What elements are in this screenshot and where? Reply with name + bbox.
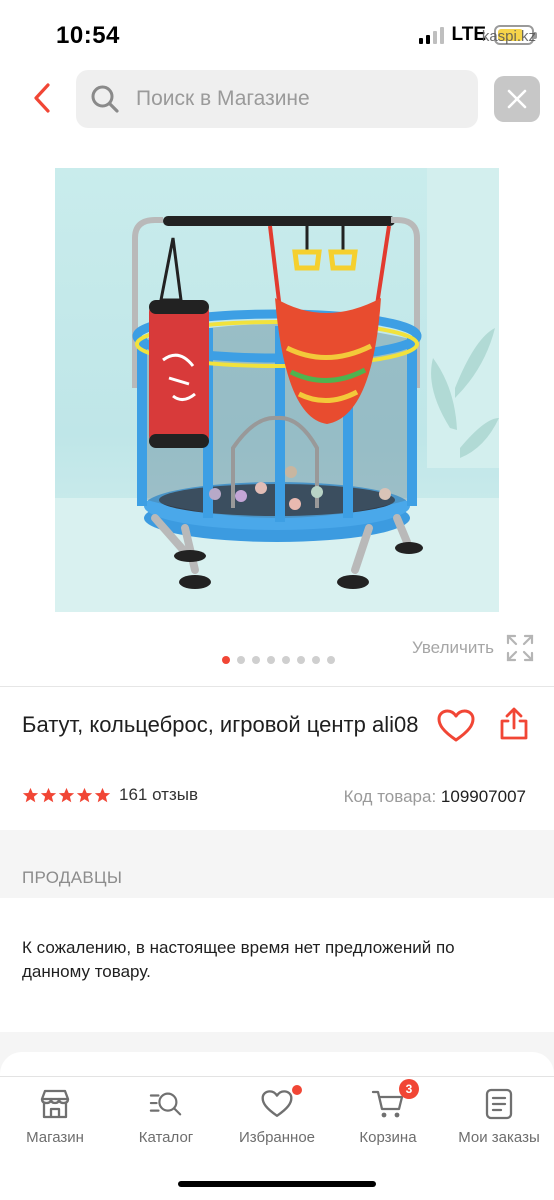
pager-dot[interactable]	[312, 656, 320, 664]
pager-dot[interactable]	[267, 656, 275, 664]
share-icon	[500, 707, 528, 740]
star-icon	[76, 787, 93, 802]
close-icon	[507, 89, 527, 109]
star-icon	[58, 787, 75, 802]
star-icon	[40, 787, 57, 802]
store-icon	[38, 1087, 72, 1121]
watermark: kaspi.kz	[481, 28, 536, 45]
tab-store[interactable]: Магазин	[0, 1087, 110, 1146]
tab-label: Каталог	[138, 1129, 194, 1146]
status-time: 10:54	[56, 22, 120, 49]
heart-icon	[437, 709, 475, 742]
search-box[interactable]	[76, 70, 478, 128]
search-input[interactable]	[136, 87, 456, 111]
expand-icon	[506, 634, 534, 662]
pager-dot[interactable]	[282, 656, 290, 664]
zoom-button[interactable]: Увеличить	[412, 634, 534, 662]
tab-label: Корзина	[359, 1129, 417, 1146]
product-code-label: Код товара:	[343, 787, 437, 806]
rating-reviews-link[interactable]: 161 отзыв	[22, 785, 198, 805]
tab-label: Избранное	[238, 1129, 316, 1146]
search-header	[0, 68, 554, 132]
pager-dot[interactable]	[327, 656, 335, 664]
tab-cart[interactable]: 3 Корзина	[333, 1079, 443, 1146]
cart-icon: 3	[371, 1079, 419, 1121]
close-button[interactable]	[494, 76, 540, 122]
pager-dot[interactable]	[297, 656, 305, 664]
orders-icon	[482, 1087, 516, 1121]
back-button[interactable]	[22, 80, 62, 116]
divider	[0, 686, 554, 687]
pager-dot[interactable]	[222, 656, 230, 664]
catalog-search-icon	[149, 1087, 183, 1121]
product-code-value: 109907007	[440, 787, 526, 806]
tab-label: Мои заказы	[458, 1129, 540, 1146]
star-icon	[22, 787, 39, 802]
reviews-count: 161 отзыв	[119, 785, 198, 804]
favorite-button[interactable]	[436, 706, 476, 746]
chevron-left-icon	[34, 83, 50, 113]
image-pager[interactable]	[222, 656, 335, 664]
tab-label: Магазин	[26, 1129, 84, 1146]
pager-dot[interactable]	[252, 656, 260, 664]
rating-stars	[22, 787, 111, 804]
tab-my-orders[interactable]: Мои заказы	[444, 1087, 554, 1146]
network-type: LTE	[451, 24, 486, 45]
tab-favorites[interactable]: Избранное	[222, 1085, 332, 1146]
cart-badge: 3	[399, 1079, 419, 1099]
sellers-heading: ПРОДАВЦЫ	[22, 868, 123, 887]
product-image[interactable]	[55, 168, 499, 612]
share-button[interactable]	[494, 704, 534, 744]
zoom-label: Увеличить	[412, 638, 494, 657]
no-offers-message: К сожалению, в настоящее время нет предл…	[22, 938, 455, 981]
search-icon	[90, 84, 120, 114]
status-bar: 10:54 LTE kaspi.kz	[0, 0, 554, 62]
notification-dot	[292, 1085, 302, 1095]
heart-icon	[260, 1085, 302, 1121]
product-code: Код товара: 109907007	[344, 787, 526, 807]
product-title: Батут, кольцеброс, игровой центр ali08	[22, 712, 419, 737]
home-indicator	[178, 1181, 376, 1187]
trampoline-image	[55, 168, 499, 612]
signal-icon	[418, 26, 444, 44]
pager-dot[interactable]	[237, 656, 245, 664]
tab-catalog[interactable]: Каталог	[111, 1087, 221, 1146]
star-icon	[94, 787, 111, 802]
